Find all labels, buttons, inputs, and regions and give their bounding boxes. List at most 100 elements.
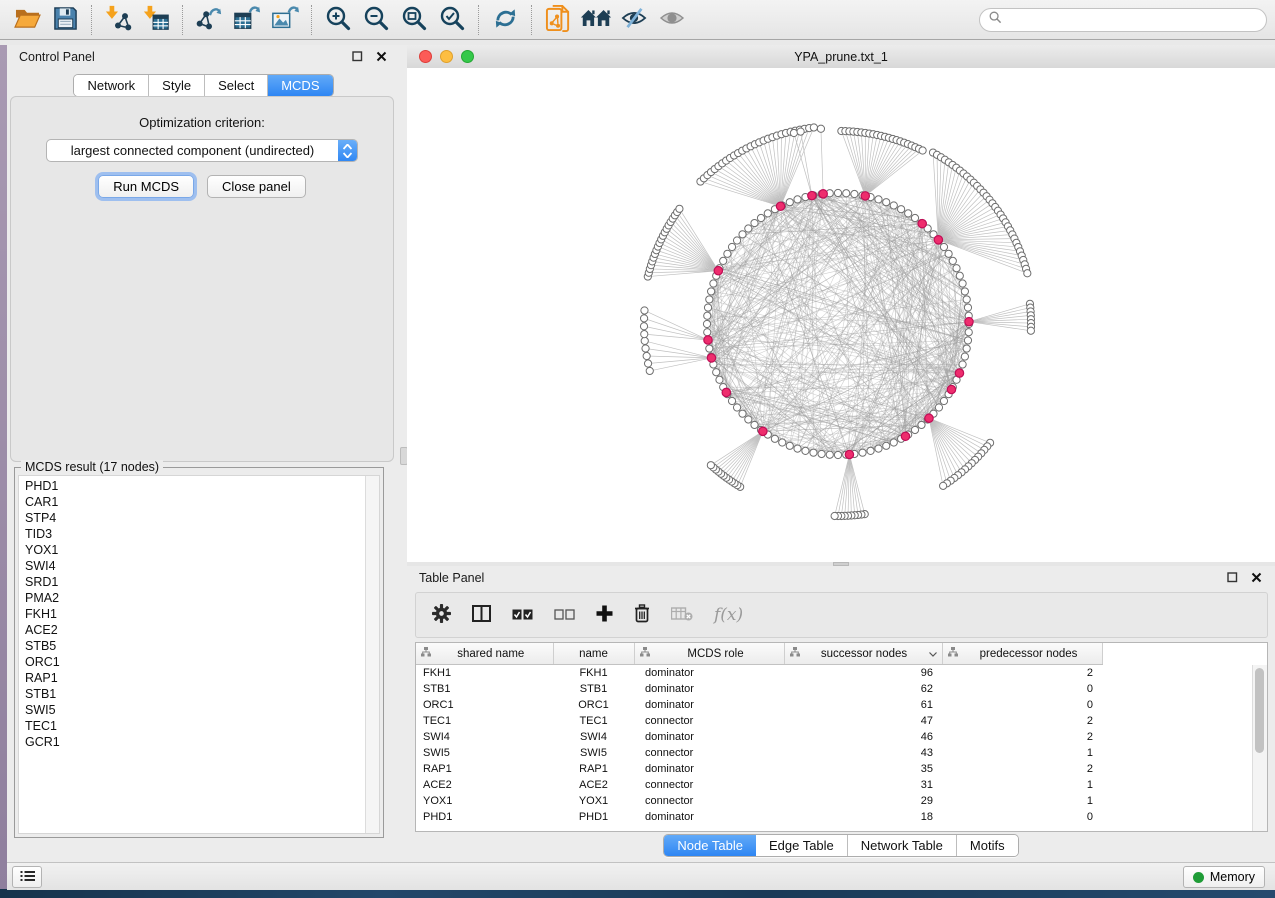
- table-cell[interactable]: RAP1: [553, 761, 634, 777]
- task-history-button[interactable]: [12, 866, 42, 888]
- table-cell[interactable]: 2: [942, 729, 1102, 745]
- table-cell[interactable]: 46: [784, 729, 942, 745]
- mcds-result-item[interactable]: STP4: [19, 510, 365, 526]
- table-cell[interactable]: dominator: [634, 681, 784, 697]
- table-cell[interactable]: SWI5: [553, 745, 634, 761]
- float-panel-button[interactable]: [1225, 571, 1239, 585]
- create-column-button[interactable]: [596, 605, 613, 625]
- close-panel-button[interactable]: [1249, 571, 1263, 585]
- table-cell[interactable]: PHD1: [553, 809, 634, 825]
- table-cell[interactable]: STB1: [416, 681, 553, 697]
- tab-select[interactable]: Select: [205, 75, 268, 96]
- search-box[interactable]: [979, 8, 1267, 32]
- mcds-result-list[interactable]: PHD1CAR1STP4TID3YOX1SWI4SRD1PMA2FKH1ACE2…: [18, 475, 380, 834]
- table-cell[interactable]: dominator: [634, 665, 784, 682]
- maximize-window-icon[interactable]: [461, 50, 474, 63]
- table-cell[interactable]: 0: [942, 681, 1102, 697]
- table-cell[interactable]: 0: [942, 697, 1102, 713]
- table-cell[interactable]: 2: [942, 665, 1102, 682]
- open-session-button[interactable]: [8, 3, 46, 37]
- zoom-out-button[interactable]: [357, 3, 395, 37]
- mcds-result-item[interactable]: STB1: [19, 686, 365, 702]
- run-mcds-button[interactable]: Run MCDS: [98, 175, 194, 198]
- table-cell[interactable]: connector: [634, 793, 784, 809]
- table-cell[interactable]: 18: [784, 809, 942, 825]
- table-cell[interactable]: 1: [942, 777, 1102, 793]
- table-cell[interactable]: 96: [784, 665, 942, 682]
- new-network-from-selection-button[interactable]: [539, 3, 577, 37]
- close-window-icon[interactable]: [419, 50, 432, 63]
- table-cell[interactable]: 29: [784, 793, 942, 809]
- search-input[interactable]: [1008, 12, 1257, 28]
- select-all-rows-button[interactable]: [512, 608, 533, 623]
- table-cell[interactable]: STB1: [553, 681, 634, 697]
- table-cell[interactable]: 43: [784, 745, 942, 761]
- table-row[interactable]: STB1STB1dominator620: [416, 681, 1102, 697]
- delete-columns-button[interactable]: [634, 604, 650, 626]
- show-all-button[interactable]: [653, 3, 691, 37]
- table-cell[interactable]: ORC1: [416, 697, 553, 713]
- show-hide-columns-button[interactable]: [472, 605, 491, 625]
- table-cell[interactable]: 35: [784, 761, 942, 777]
- mcds-result-item[interactable]: YOX1: [19, 542, 365, 558]
- table-scrollbar-thumb[interactable]: [1255, 668, 1264, 753]
- table-cell[interactable]: SWI5: [416, 745, 553, 761]
- mcds-list-scrollbar[interactable]: [365, 476, 379, 833]
- mcds-result-item[interactable]: ORC1: [19, 654, 365, 670]
- table-row[interactable]: SWI4SWI4dominator462: [416, 729, 1102, 745]
- tab-style[interactable]: Style: [149, 75, 205, 96]
- table-cell[interactable]: 61: [784, 697, 942, 713]
- mcds-result-item[interactable]: RAP1: [19, 670, 365, 686]
- zoom-in-button[interactable]: [319, 3, 357, 37]
- table-cell[interactable]: dominator: [634, 697, 784, 713]
- mcds-result-item[interactable]: FKH1: [19, 606, 365, 622]
- deselect-all-rows-button[interactable]: [554, 608, 575, 623]
- table-cell[interactable]: ORC1: [553, 697, 634, 713]
- table-cell[interactable]: SWI4: [553, 729, 634, 745]
- sort-chevron-icon[interactable]: [929, 648, 937, 660]
- close-mcds-panel-button[interactable]: Close panel: [207, 175, 306, 198]
- hide-selected-button[interactable]: [615, 3, 653, 37]
- first-neighbors-button[interactable]: [577, 3, 615, 37]
- network-graph[interactable]: [407, 68, 1275, 562]
- table-row[interactable]: ACE2ACE2connector311: [416, 777, 1102, 793]
- tab-network[interactable]: Network: [74, 75, 149, 96]
- table-cell[interactable]: dominator: [634, 809, 784, 825]
- table-row[interactable]: RAP1RAP1dominator352: [416, 761, 1102, 777]
- table-cell[interactable]: FKH1: [416, 665, 553, 682]
- table-cell[interactable]: TEC1: [553, 713, 634, 729]
- function-builder-button[interactable]: f(x): [714, 605, 743, 625]
- table-cell[interactable]: TEC1: [416, 713, 553, 729]
- tab-mcds[interactable]: MCDS: [268, 75, 332, 96]
- table-cell[interactable]: ACE2: [553, 777, 634, 793]
- table-cell[interactable]: 0: [942, 809, 1102, 825]
- table-cell[interactable]: 1: [942, 793, 1102, 809]
- mcds-result-item[interactable]: SWI4: [19, 558, 365, 574]
- fit-content-button[interactable]: [395, 3, 433, 37]
- table-cell[interactable]: RAP1: [416, 761, 553, 777]
- table-cell[interactable]: YOX1: [416, 793, 553, 809]
- mcds-result-item[interactable]: TEC1: [19, 718, 365, 734]
- apply-layout-button[interactable]: [486, 3, 524, 37]
- memory-button[interactable]: Memory: [1183, 866, 1265, 888]
- table-row[interactable]: FKH1FKH1dominator962: [416, 665, 1102, 682]
- export-network-button[interactable]: [190, 3, 228, 37]
- mcds-result-item[interactable]: CAR1: [19, 494, 365, 510]
- table-cell[interactable]: connector: [634, 713, 784, 729]
- table-cell[interactable]: 2: [942, 713, 1102, 729]
- table-row[interactable]: ORC1ORC1dominator610: [416, 697, 1102, 713]
- node-table[interactable]: shared namenameMCDS rolesuccessor nodesp…: [416, 643, 1103, 825]
- tab-network-table[interactable]: Network Table: [848, 835, 957, 856]
- mcds-result-item[interactable]: ACE2: [19, 622, 365, 638]
- table-row[interactable]: SWI5SWI5connector431: [416, 745, 1102, 761]
- table-row[interactable]: TEC1TEC1connector472: [416, 713, 1102, 729]
- table-cell[interactable]: FKH1: [553, 665, 634, 682]
- tab-node-table[interactable]: Node Table: [664, 835, 756, 856]
- table-cell[interactable]: 62: [784, 681, 942, 697]
- table-cell[interactable]: YOX1: [553, 793, 634, 809]
- import-table-button[interactable]: [137, 3, 175, 37]
- table-options-button[interactable]: [432, 604, 451, 626]
- network-canvas[interactable]: [407, 68, 1275, 562]
- column-header-shared-name[interactable]: shared name: [416, 643, 553, 665]
- optimization-criterion-select[interactable]: largest connected component (undirected): [46, 139, 358, 162]
